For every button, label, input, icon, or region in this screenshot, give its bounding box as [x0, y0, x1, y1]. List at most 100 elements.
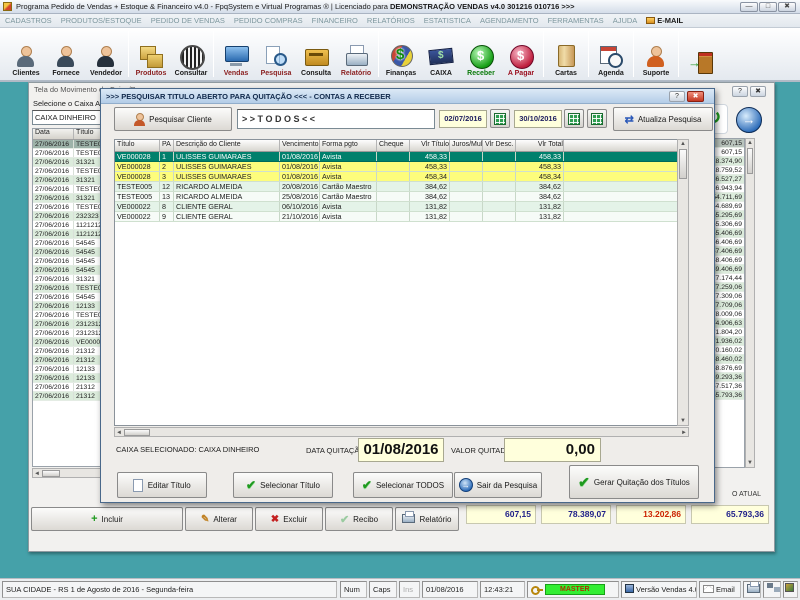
- table-row[interactable]: 27/06/201631321: [33, 158, 108, 167]
- table-row[interactable]: 27/06/2016TESTE00: [33, 284, 108, 293]
- sair-da-pesquisa-button[interactable]: Sair da Pesquisa: [454, 472, 542, 498]
- movimento-help-button[interactable]: [732, 86, 748, 97]
- close-button[interactable]: [778, 2, 796, 12]
- table-row[interactable]: 27/06/201654545: [33, 248, 108, 257]
- table-row[interactable]: VE0000228CLIENTE GERAL06/10/2016Avista13…: [115, 202, 688, 212]
- movimento-close-button[interactable]: [750, 86, 766, 97]
- toolbar-item-cartas[interactable]: Cartas: [546, 28, 586, 80]
- column-header-vlr-t-tulo[interactable]: Vlr Título: [410, 140, 450, 151]
- calendar-to-button[interactable]: [564, 109, 584, 128]
- column-header-pa[interactable]: PA: [160, 140, 174, 151]
- titulos-hscrollbar[interactable]: ◄ ►: [114, 427, 689, 437]
- alterar-button[interactable]: ✎Alterar: [185, 507, 253, 531]
- toolbar-item-finan-as[interactable]: Finanças: [381, 28, 421, 80]
- toolbar-item-fornece[interactable]: Fornece: [46, 28, 86, 80]
- menu-item-cadastros[interactable]: CADASTROS: [5, 16, 52, 25]
- table-row[interactable]: 27/06/2016TESTE00: [33, 203, 108, 212]
- data-quitacao-field[interactable]: 01/08/2016: [358, 438, 444, 462]
- toolbar-item-relat-rio[interactable]: Relatório: [336, 28, 376, 80]
- column-header-vlr-total[interactable]: Vlr Total: [516, 140, 564, 151]
- table-row[interactable]: VE0000282ULISSES GUIMARAES01/08/2016Avis…: [115, 162, 688, 172]
- status-network[interactable]: [763, 581, 781, 598]
- table-row[interactable]: 27/06/2016TESTE00: [33, 140, 108, 149]
- column-header-vencimento[interactable]: Vencimento: [280, 140, 320, 151]
- table-row[interactable]: 27/06/201631321: [33, 275, 108, 284]
- menu-item-ajuda[interactable]: AJUDA: [613, 16, 638, 25]
- calendar-extra-button[interactable]: [587, 109, 607, 128]
- status-printer[interactable]: [743, 581, 761, 598]
- client-search-input[interactable]: > > T O D O S < <: [237, 109, 435, 129]
- table-row[interactable]: 27/06/201621312: [33, 356, 108, 365]
- table-row[interactable]: 27/06/201621312: [33, 383, 108, 392]
- table-row[interactable]: TESTE00512RICARDO ALMEIDA20/08/2016Cartã…: [115, 182, 688, 192]
- table-row[interactable]: 27/06/2016TESTE00: [33, 149, 108, 158]
- column-header-forma-pgto[interactable]: Forma pgto: [320, 140, 377, 151]
- table-row[interactable]: 27/06/201654545: [33, 239, 108, 248]
- table-row[interactable]: TESTE00513RICARDO ALMEIDA25/08/2016Cartã…: [115, 192, 688, 202]
- table-row[interactable]: 27/06/201611212121: [33, 221, 108, 230]
- table-row[interactable]: 27/06/201612133: [33, 302, 108, 311]
- dialog-help-button[interactable]: [669, 91, 685, 102]
- table-row[interactable]: 27/06/2016TESTE00: [33, 185, 108, 194]
- table-row[interactable]: 27/06/20162312312: [33, 329, 108, 338]
- column-header-t-tulo[interactable]: Título: [115, 140, 160, 151]
- table-row[interactable]: 27/06/201621312: [33, 392, 108, 401]
- selecionar-t-tulo-button[interactable]: ✔Selecionar Título: [233, 472, 333, 498]
- toolbar-item-receber[interactable]: Receber: [461, 28, 501, 80]
- table-row[interactable]: VE0000281ULISSES GUIMARAES01/08/2016Avis…: [115, 152, 688, 162]
- date-from-field[interactable]: 02/07/2016: [439, 110, 487, 128]
- column-header-data[interactable]: Data: [33, 129, 74, 139]
- column-header-juros-multa[interactable]: Juros/Multa: [450, 140, 483, 151]
- toolbar-item-caixa[interactable]: CAIXA: [421, 28, 461, 80]
- titulos-vscrollbar[interactable]: ▲ ▼: [677, 139, 689, 426]
- toolbar-item-clientes[interactable]: Clientes: [6, 28, 46, 80]
- toolbar-item-pesquisa[interactable]: Pesquisa: [256, 28, 296, 80]
- toolbar-item-consulta[interactable]: Consulta: [296, 28, 336, 80]
- toolbar-item-consultar[interactable]: Consultar: [171, 28, 211, 80]
- toolbar-item-produtos[interactable]: Produtos: [131, 28, 171, 80]
- menu-item-pedido-compras[interactable]: PEDIDO COMPRAS: [234, 16, 303, 25]
- toolbar-item-a-pagar[interactable]: A Pagar: [501, 28, 541, 80]
- table-row[interactable]: 27/06/201621312: [33, 347, 108, 356]
- minimize-button[interactable]: [740, 2, 758, 12]
- table-row[interactable]: 27/06/201631321: [33, 176, 108, 185]
- menu-item-financeiro[interactable]: FINANCEIRO: [312, 16, 358, 25]
- valor-quitado-field[interactable]: 0,00: [504, 438, 601, 462]
- atualiza-pesquisa-button[interactable]: ⇄ Atualiza Pesquisa: [613, 107, 713, 131]
- table-row[interactable]: 27/06/201612133: [33, 365, 108, 374]
- table-row[interactable]: 27/06/201612133: [33, 374, 108, 383]
- menu-item-ferramentas[interactable]: FERRAMENTAS: [548, 16, 604, 25]
- menu-item-e-mail[interactable]: E-MAIL: [646, 16, 683, 25]
- table-row[interactable]: 27/06/2016TESTE00: [33, 167, 108, 176]
- exit-window-icon[interactable]: [736, 107, 762, 133]
- table-row[interactable]: 27/06/201654545: [33, 257, 108, 266]
- table-row[interactable]: 27/06/2016VE00002: [33, 338, 108, 347]
- menu-item-pedido-de-vendas[interactable]: PEDIDO DE VENDAS: [151, 16, 225, 25]
- table-row[interactable]: 27/06/201654545: [33, 293, 108, 302]
- excluir-button[interactable]: ✖Excluir: [255, 507, 323, 531]
- pesquisar-cliente-button[interactable]: Pesquisar Cliente: [114, 107, 232, 131]
- editar-t-tulo-button[interactable]: ✎Editar Título: [117, 472, 207, 498]
- incluir-button[interactable]: +Incluir: [31, 507, 183, 531]
- movimento-hscrollbar[interactable]: ◄: [32, 468, 109, 478]
- toolbar-item-sair[interactable]: [681, 28, 721, 80]
- column-header-cheque[interactable]: Cheque: [377, 140, 410, 151]
- dialog-close-button[interactable]: [687, 91, 704, 102]
- menu-item-produtos-estoque[interactable]: PRODUTOS/ESTOQUE: [61, 16, 142, 25]
- table-row[interactable]: VE0000229CLIENTE GERAL21/10/2016Avista13…: [115, 212, 688, 222]
- recibo-button[interactable]: ✔Recibo: [325, 507, 393, 531]
- relat-rio-button[interactable]: Relatório: [395, 507, 459, 531]
- toolbar-item-agenda[interactable]: Agenda: [591, 28, 631, 80]
- caixa-atual-select[interactable]: CAIXA DINHEIRO: [32, 110, 107, 125]
- menu-item-estatistica[interactable]: ESTATISTICA: [424, 16, 471, 25]
- selecionar-todos-button[interactable]: ✔Selecionar TODOS: [353, 472, 453, 498]
- table-row[interactable]: 27/06/201611212121: [33, 230, 108, 239]
- toolbar-item-vendedor[interactable]: Vendedor: [86, 28, 126, 80]
- calendar-from-button[interactable]: [490, 109, 510, 128]
- table-row[interactable]: 27/06/20162312312: [33, 320, 108, 329]
- table-row[interactable]: 27/06/201631321: [33, 194, 108, 203]
- menu-item-relat-rios[interactable]: RELATÓRIOS: [367, 16, 415, 25]
- column-header-vlr-desc-[interactable]: Vlr Desc.: [483, 140, 516, 151]
- maximize-button[interactable]: [759, 2, 777, 12]
- table-row[interactable]: 27/06/2016232323: [33, 212, 108, 221]
